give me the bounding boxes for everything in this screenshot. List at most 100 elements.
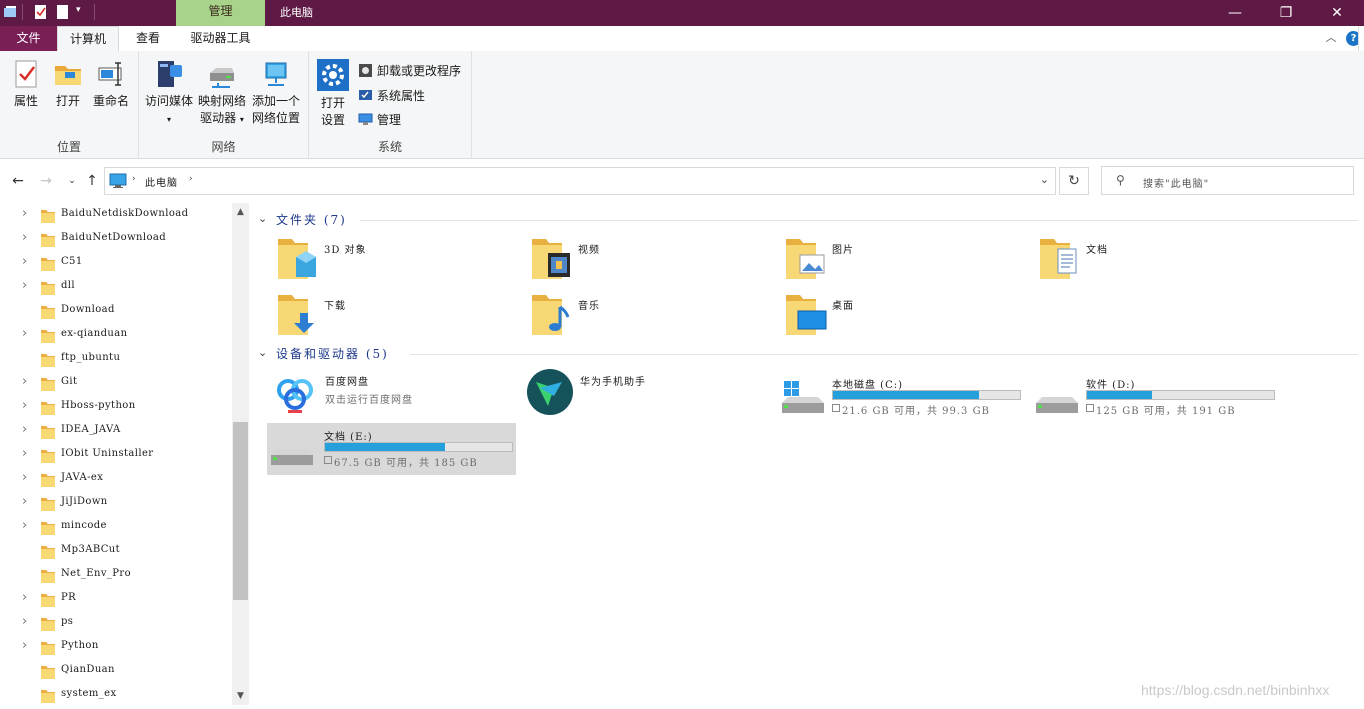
- videos-folder-icon: [532, 239, 570, 279]
- folder-item[interactable]: 文档: [1040, 235, 1280, 287]
- expand-chevron-icon[interactable]: ›: [22, 230, 32, 245]
- forward-arrow-icon[interactable]: →: [38, 173, 54, 189]
- drive-free-space: 67.5 GB 可用，共 185 GB: [334, 458, 478, 469]
- minimize-button[interactable]: —: [1212, 0, 1258, 26]
- breadcrumb-separator-icon[interactable]: ›: [132, 174, 136, 184]
- access-media-button[interactable]: 访问媒体 ▾: [144, 59, 194, 128]
- breadcrumb-separator-icon[interactable]: ›: [189, 174, 193, 184]
- expand-chevron-icon[interactable]: ›: [22, 470, 32, 485]
- tree-item[interactable]: › JiJiDown: [0, 491, 232, 515]
- back-arrow-icon[interactable]: ←: [10, 173, 26, 189]
- expand-chevron-icon[interactable]: ›: [22, 494, 32, 509]
- tree-item[interactable]: Net_Env_Pro: [0, 563, 232, 587]
- collapse-chevron-icon[interactable]: ⌄: [258, 212, 267, 225]
- tab-file[interactable]: 文件: [0, 26, 57, 51]
- drive-checkbox[interactable]: [1086, 404, 1094, 412]
- tree-item[interactable]: › C51: [0, 251, 232, 275]
- search-box[interactable]: ⚲ 搜索"此电脑": [1101, 166, 1354, 195]
- tab-view[interactable]: 查看: [120, 26, 176, 51]
- drive-checkbox[interactable]: [832, 404, 840, 412]
- folder-item[interactable]: 视频: [532, 235, 772, 287]
- folder-item[interactable]: 下载: [278, 291, 518, 343]
- folder-item[interactable]: 音乐: [532, 291, 772, 343]
- tree-item[interactable]: › BaiduNetdiskDownload: [0, 203, 232, 227]
- expand-chevron-icon[interactable]: ›: [22, 206, 32, 221]
- drive-usage-bar: [324, 442, 513, 452]
- navigation-pane-scrollbar[interactable]: ▲ ▼: [232, 203, 249, 705]
- watermark: https://blog.csdn.net/binbinhxx: [1141, 682, 1330, 698]
- group-label-network: 网络: [211, 140, 236, 154]
- open-label: 打开: [55, 94, 80, 108]
- drive-item[interactable]: 文档 (E:) 67.5 GB 可用，共 185 GB: [267, 423, 516, 475]
- collapse-chevron-icon[interactable]: ⌄: [258, 346, 267, 359]
- tree-item[interactable]: › dll: [0, 275, 232, 299]
- folder-item[interactable]: 图片: [786, 235, 1026, 287]
- address-bar[interactable]: › 此电脑 › ⌄: [104, 167, 1056, 195]
- tree-item[interactable]: › BaiduNetDownload: [0, 227, 232, 251]
- folders-section-header[interactable]: ⌄ 文件夹 (7): [258, 209, 1358, 229]
- tree-item[interactable]: › mincode: [0, 515, 232, 539]
- expand-chevron-icon[interactable]: ›: [22, 374, 32, 389]
- add-location-label-line2: 网络位置: [251, 111, 300, 125]
- add-network-location-button[interactable]: 添加一个 网络位置: [249, 59, 303, 127]
- open-button[interactable]: 打开: [50, 59, 86, 110]
- tab-computer[interactable]: 计算机: [57, 26, 119, 51]
- expand-chevron-icon[interactable]: ›: [22, 446, 32, 461]
- tree-item[interactable]: Mp3ABCut: [0, 539, 232, 563]
- address-dropdown-icon[interactable]: ⌄: [1040, 173, 1049, 186]
- devices-section-header[interactable]: ⌄ 设备和驱动器 (5): [258, 343, 1358, 363]
- tab-manage-context[interactable]: 管理: [176, 0, 265, 26]
- expand-chevron-icon[interactable]: ›: [22, 254, 32, 269]
- drive-item[interactable]: 软件 (D:) 125 GB 可用，共 191 GB: [1034, 371, 1284, 423]
- folder-item[interactable]: 3D 对象: [278, 235, 518, 287]
- tree-item[interactable]: › Hboss-python: [0, 395, 232, 419]
- tree-item[interactable]: › Git: [0, 371, 232, 395]
- maximize-button[interactable]: ❐: [1263, 0, 1309, 26]
- expand-chevron-icon[interactable]: ›: [22, 590, 32, 605]
- customize-quick-access-icon[interactable]: ▾: [76, 5, 81, 15]
- scroll-thumb[interactable]: [233, 422, 248, 600]
- baidu-netdisk-subtitle: 双击运行百度网盘: [325, 395, 413, 406]
- scroll-down-icon[interactable]: ▼: [232, 688, 249, 705]
- expand-chevron-icon[interactable]: ›: [22, 518, 32, 533]
- rename-button[interactable]: 重命名: [90, 59, 132, 110]
- chevron-up-icon[interactable]: ︿: [1324, 31, 1338, 45]
- scroll-up-icon[interactable]: ▲: [232, 204, 249, 221]
- drive-item[interactable]: 本地磁盘 (C:) 21.6 GB 可用，共 99.3 GB: [780, 371, 1030, 423]
- tree-item-label: Net_Env_Pro: [61, 568, 132, 579]
- tree-item[interactable]: › Python: [0, 635, 232, 659]
- up-arrow-icon[interactable]: ↑: [84, 173, 100, 189]
- desktop-folder-icon: [786, 295, 827, 335]
- tree-item[interactable]: Download: [0, 299, 232, 323]
- expand-chevron-icon[interactable]: ›: [22, 326, 32, 341]
- expand-chevron-icon[interactable]: ›: [22, 278, 32, 293]
- properties-button[interactable]: 属性: [8, 59, 44, 110]
- recent-locations-chevron-icon[interactable]: ⌄: [64, 173, 80, 189]
- tree-item[interactable]: › IDEA_JAVA: [0, 419, 232, 443]
- tree-item[interactable]: QianDuan: [0, 659, 232, 683]
- folder-item[interactable]: 桌面: [786, 291, 1026, 343]
- properties-quick-icon[interactable]: [33, 4, 49, 20]
- huawei-assistant-item[interactable]: 华为手机助手: [526, 368, 776, 420]
- tree-item[interactable]: › IObit Uninstaller: [0, 443, 232, 467]
- tree-item[interactable]: › ps: [0, 611, 232, 635]
- open-settings-button[interactable]: 打开 设置: [315, 59, 351, 129]
- baidu-netdisk-item[interactable]: 百度网盘 双击运行百度网盘: [270, 368, 520, 420]
- refresh-button[interactable]: ↻: [1059, 167, 1089, 195]
- tree-item-label: BaiduNetdiskDownload: [61, 208, 189, 219]
- expand-chevron-icon[interactable]: ›: [22, 614, 32, 629]
- expand-chevron-icon[interactable]: ›: [22, 422, 32, 437]
- map-network-drive-button[interactable]: 映射网络 驱动器 ▾: [196, 59, 248, 128]
- new-folder-quick-icon[interactable]: [55, 4, 71, 20]
- tree-item[interactable]: system_ex: [0, 683, 232, 707]
- breadcrumb-this-pc[interactable]: 此电脑: [145, 174, 178, 189]
- drive-checkbox[interactable]: [324, 456, 332, 464]
- tree-item[interactable]: › ex-qianduan: [0, 323, 232, 347]
- tree-item[interactable]: › PR: [0, 587, 232, 611]
- tab-drive-tools[interactable]: 驱动器工具: [176, 26, 265, 51]
- expand-chevron-icon[interactable]: ›: [22, 638, 32, 653]
- tree-item[interactable]: ftp_ubuntu: [0, 347, 232, 371]
- tree-item[interactable]: › JAVA-ex: [0, 467, 232, 491]
- expand-chevron-icon[interactable]: ›: [22, 398, 32, 413]
- close-button[interactable]: ✕: [1314, 0, 1360, 26]
